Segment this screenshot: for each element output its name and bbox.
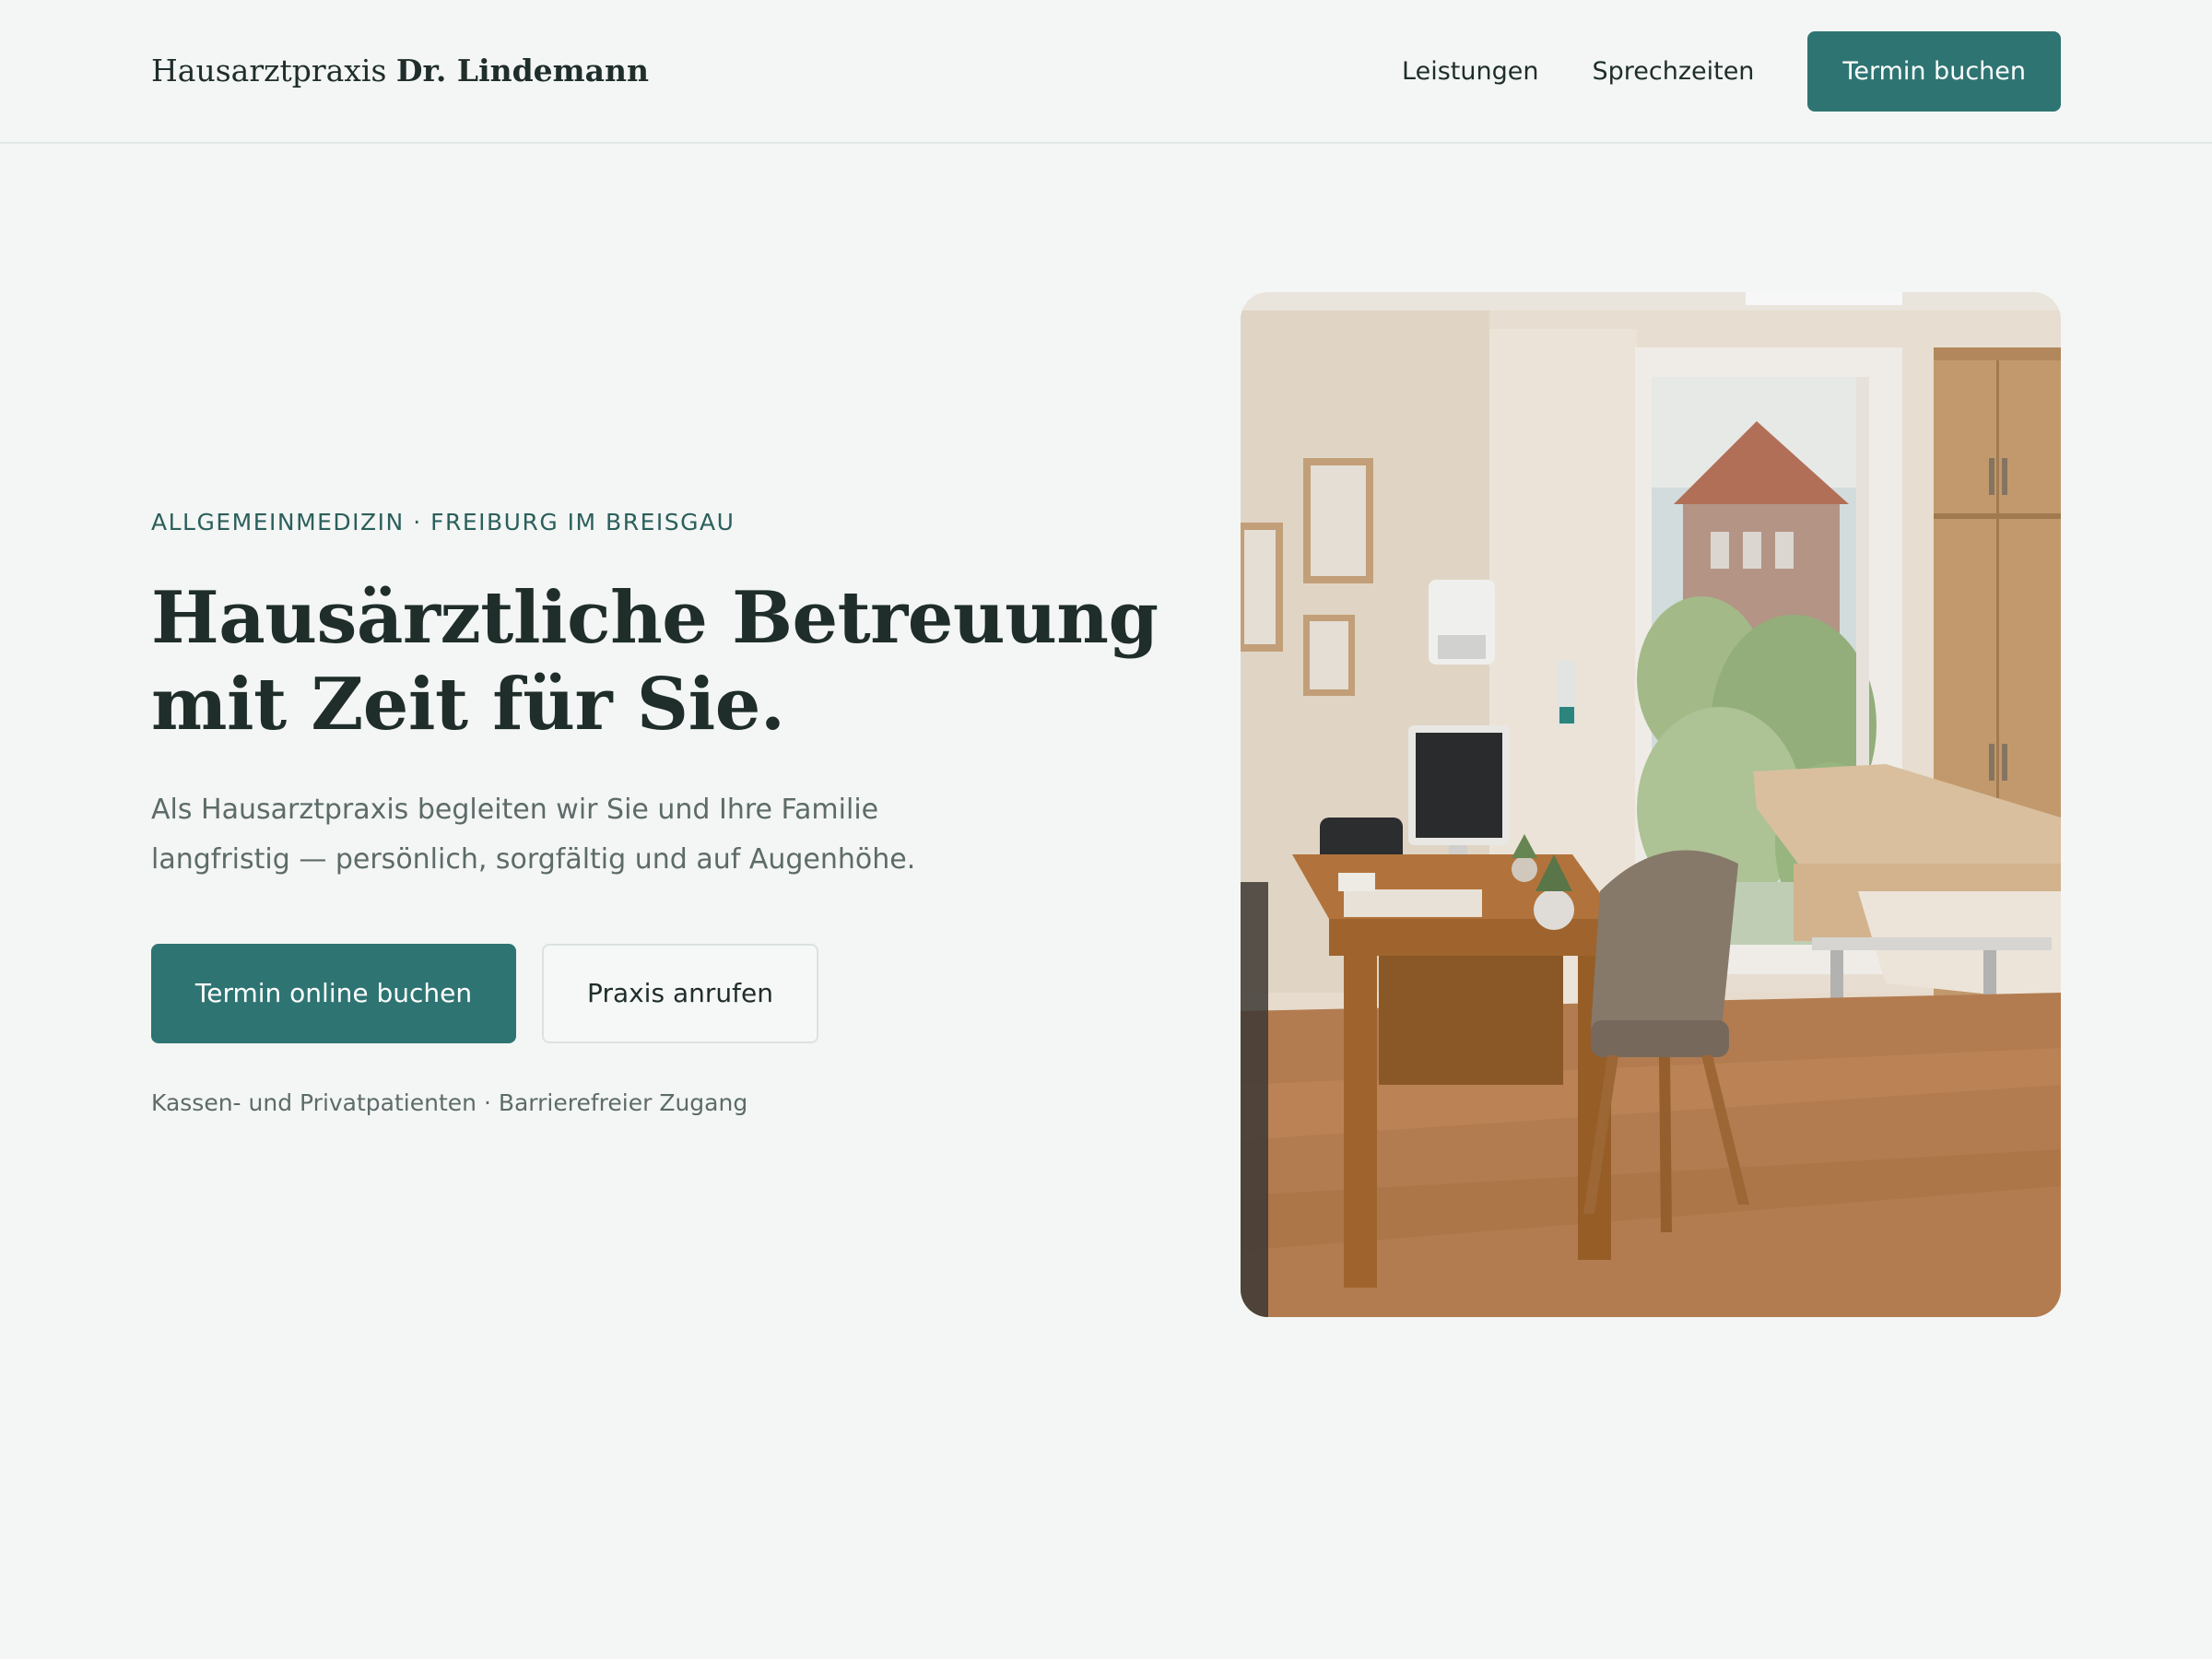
hero-title: Hausärztliche Betreuung mit Zeit für Sie…: [151, 575, 1159, 748]
hero-lead: Als Hausarztpraxis begleiten wir Sie und…: [151, 785, 1018, 885]
practice-room-photo: [1241, 292, 2061, 1317]
site-header: Hausarztpraxis Dr. Lindemann Leistungen …: [0, 0, 2212, 144]
main-nav: Leistungen Sprechzeiten Termin buchen: [1402, 31, 2061, 112]
brand-name: Dr. Lindemann: [395, 53, 649, 88]
trust-line: Kassen- und Privatpatienten · Barrierefr…: [151, 1089, 748, 1116]
hero-lead-line-1: Als Hausarztpraxis begleiten wir Sie und…: [151, 794, 879, 826]
call-practice-button[interactable]: Praxis anrufen: [542, 944, 818, 1043]
brand-prefix: Hausarztpraxis: [151, 53, 387, 88]
hero-eyebrow: ALLGEMEINMEDIZIN · FREIBURG IM BREISGAU: [151, 509, 735, 535]
hero-title-line-1: Hausärztliche Betreuung: [151, 576, 1159, 660]
brand-logo[interactable]: Hausarztpraxis Dr. Lindemann: [151, 50, 649, 92]
book-online-button[interactable]: Termin online buchen: [151, 944, 516, 1043]
nav-link-sprechzeiten[interactable]: Sprechzeiten: [1592, 57, 1754, 86]
nav-link-leistungen[interactable]: Leistungen: [1402, 57, 1538, 86]
header-book-appointment-button[interactable]: Termin buchen: [1807, 31, 2061, 112]
hero-title-line-2: mit Zeit für Sie.: [151, 663, 785, 747]
hero-lead-line-2: langfristig — persönlich, sorgfältig und…: [151, 843, 916, 876]
